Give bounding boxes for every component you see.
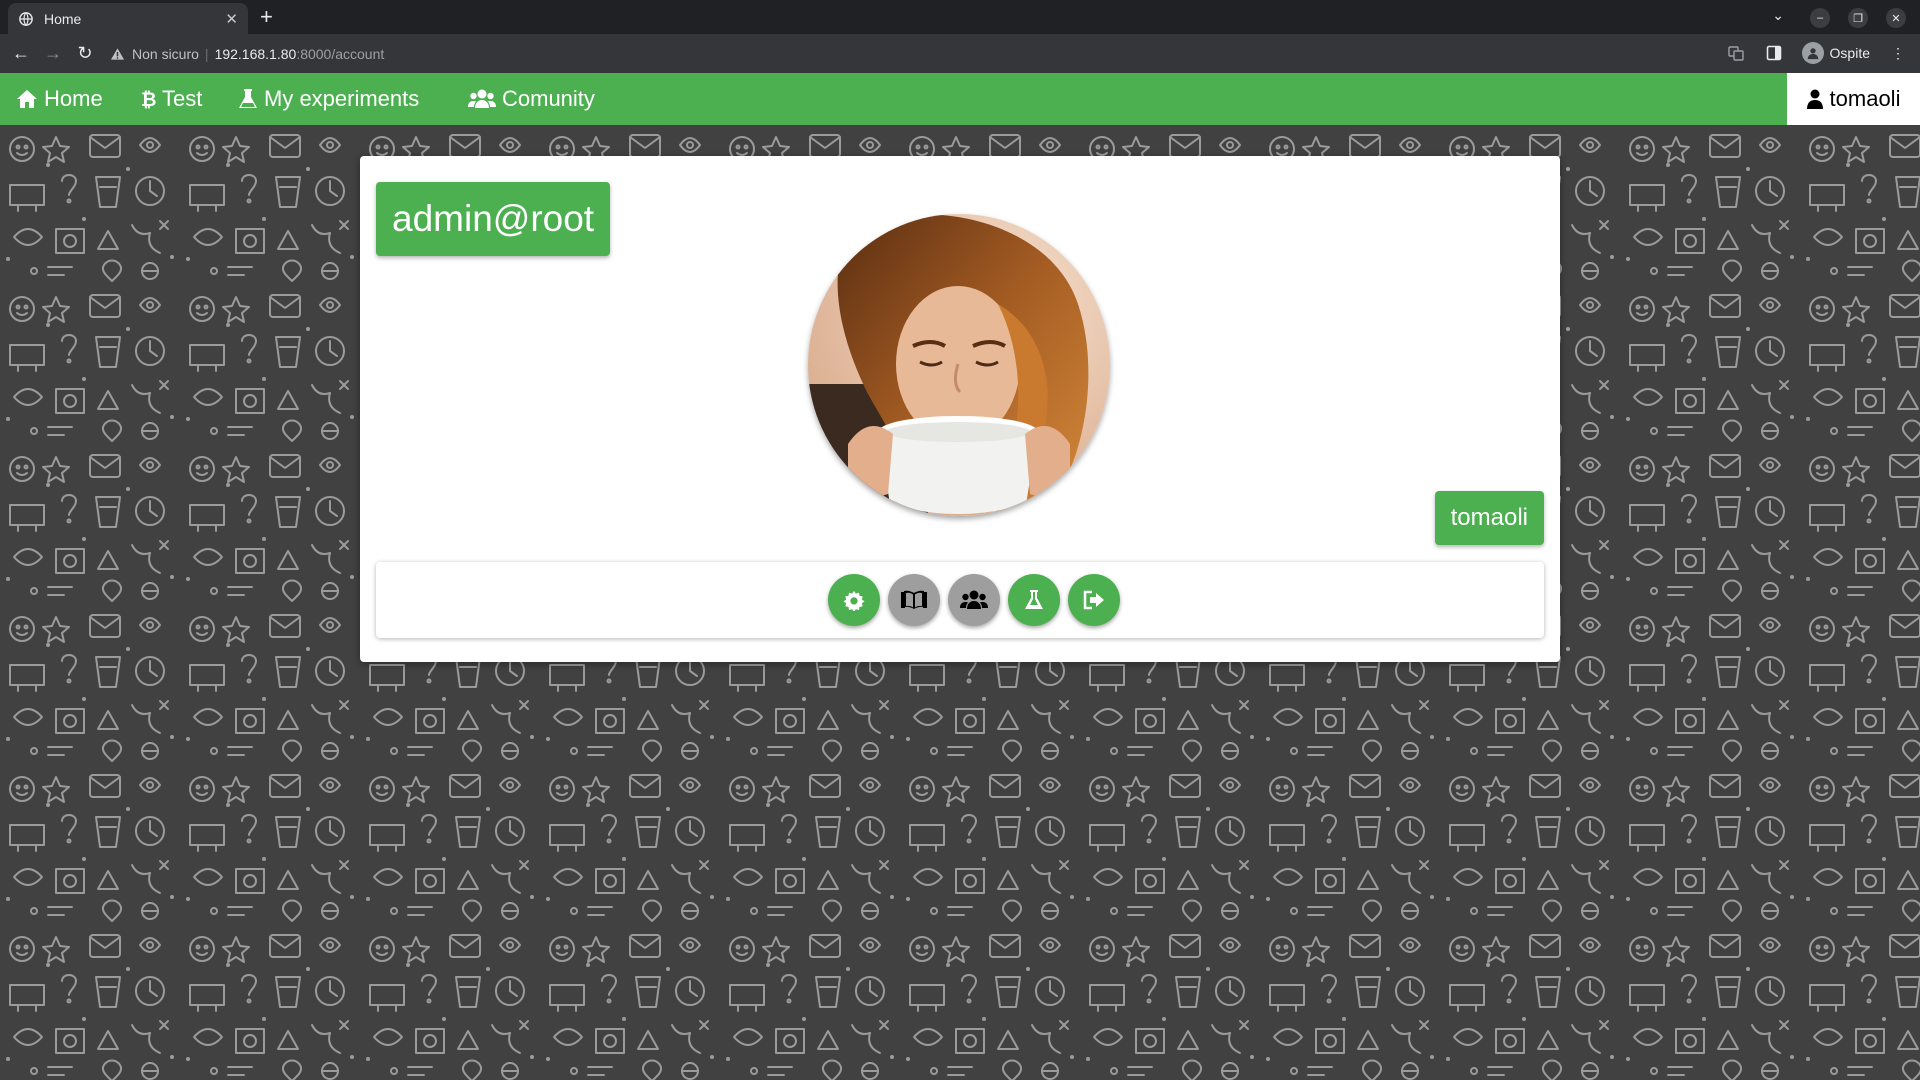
nav-item-label: Home [44,86,103,111]
logout-button[interactable] [1068,574,1120,626]
nav-item-home[interactable]: Home [16,73,103,125]
browser-tab[interactable]: Home ✕ [8,3,248,34]
account-card: admin@root tomaoli [360,156,1560,662]
account-badge: admin@root [376,182,611,256]
back-icon[interactable]: ← [10,43,32,63]
username-badge: tomaoli [1434,491,1544,545]
community-button[interactable] [948,574,1000,626]
separator: | [204,45,209,62]
bitcoin-icon: ₿ [141,89,156,110]
security-label[interactable]: Non sicuro [132,46,199,62]
url-path: :8000/account [296,45,385,62]
close-window-icon[interactable]: ✕ [1886,8,1906,28]
profile-button[interactable]: Ospite [1801,42,1870,64]
restore-icon[interactable]: ❐ [1848,8,1868,28]
translate-icon[interactable] [1726,43,1746,63]
profile-avatar-icon [1801,42,1824,64]
user-menu-button[interactable]: tomaoli [1787,73,1920,125]
users-icon [960,590,988,609]
svg-text:₿: ₿ [141,89,156,110]
action-bar [376,562,1544,638]
user-icon [1806,89,1823,109]
profile-label: Ospite [1829,45,1870,61]
side-panel-icon[interactable] [1764,43,1784,63]
browser-menu-icon[interactable]: ⋮ [1888,43,1908,63]
forward-icon[interactable]: → [42,43,64,63]
new-tab-button[interactable]: + [260,4,273,30]
close-tab-icon[interactable]: ✕ [225,10,238,28]
nav-item-comunity[interactable]: Comunity [468,73,595,125]
reload-icon[interactable]: ↻ [74,43,96,63]
minimize-icon[interactable]: – [1810,8,1830,28]
site-navbar: Home ₿ Test My experiments Comunity toma… [0,73,1920,125]
users-icon [468,89,496,108]
nav-item-label: Comunity [502,86,595,111]
warning-icon [108,45,126,63]
nav-item-my-experiments[interactable]: My experiments [238,73,419,125]
flask-icon [1025,590,1043,609]
tab-title: Home [44,10,82,27]
book-icon [901,590,927,609]
experiments-button[interactable] [1008,574,1060,626]
home-icon [17,90,37,108]
tab-search-icon[interactable]: ⌄ [1772,7,1784,24]
book-button[interactable] [888,574,940,626]
nav-item-label: My experiments [264,86,420,111]
url-host: 192.168.1.80 [214,45,297,62]
nav-item-label: Test [162,86,203,111]
browser-tab-strip: Home ✕ + ⌄ – ❐ ✕ [0,0,1920,34]
browser-toolbar: ← → ↻ Non sicuro | 192.168.1.80:8000/acc… [0,34,1920,73]
user-menu-label: tomaoli [1829,86,1901,111]
flask-icon [239,89,257,108]
settings-icon [843,590,865,611]
profile-avatar [808,214,1110,516]
globe-icon [18,11,34,27]
sign-out-icon [1083,590,1104,610]
address-bar[interactable]: Non sicuro | 192.168.1.80:8000/account [108,38,1708,69]
settings-button[interactable] [828,574,880,626]
nav-item-test[interactable]: ₿ Test [140,73,202,125]
